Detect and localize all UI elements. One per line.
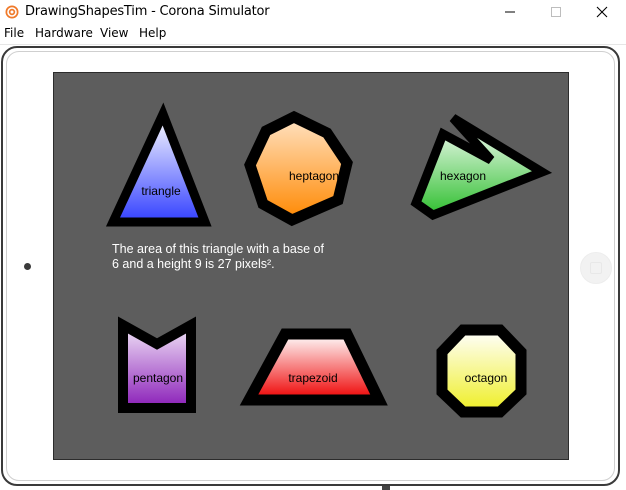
- minimize-button[interactable]: [487, 0, 533, 24]
- maximize-button[interactable]: [533, 0, 579, 24]
- window-title: DrawingShapesTim - Corona Simulator: [25, 4, 270, 19]
- shape-trapezoid[interactable]: trapezoid: [239, 328, 388, 406]
- shape-triangle[interactable]: triangle: [105, 102, 212, 227]
- maximize-icon: [551, 7, 561, 17]
- title-bar: DrawingShapesTim - Corona Simulator: [0, 0, 626, 24]
- menu-view[interactable]: View: [100, 26, 128, 40]
- menu-hardware[interactable]: Hardware: [35, 26, 93, 40]
- shape-label-pentagon: pentagon: [133, 371, 183, 385]
- area-info-line-2: 6 and a height 9 is 27 pixels².: [112, 257, 275, 271]
- shape-heptagon[interactable]: heptagon: [244, 110, 353, 227]
- menu-bar: File Hardware View Help: [0, 24, 626, 45]
- home-button-icon: [590, 262, 602, 274]
- corona-logo-icon: [5, 5, 19, 19]
- shape-label-octagon: octagon: [465, 371, 508, 385]
- shape-label-heptagon: heptagon: [289, 169, 339, 183]
- shape-octagon[interactable]: octagon: [436, 324, 527, 418]
- area-info-line-1: The area of this triangle with a base of: [112, 242, 324, 256]
- shape-label-triangle: triangle: [141, 184, 181, 198]
- shape-label-trapezoid: trapezoid: [288, 371, 337, 385]
- device-connector: [382, 486, 390, 490]
- shape-hexagon[interactable]: hexagon: [410, 114, 553, 221]
- menu-file[interactable]: File: [4, 26, 24, 40]
- shape-label-hexagon: hexagon: [440, 169, 486, 183]
- camera-icon: [24, 263, 31, 270]
- menu-help[interactable]: Help: [139, 26, 166, 40]
- close-button[interactable]: [579, 0, 625, 24]
- minimize-icon: [505, 11, 515, 13]
- area-info-text: The area of this triangle with a base of…: [112, 242, 352, 272]
- shape-pentagon[interactable]: pentagon: [118, 316, 196, 413]
- close-icon: [596, 6, 608, 18]
